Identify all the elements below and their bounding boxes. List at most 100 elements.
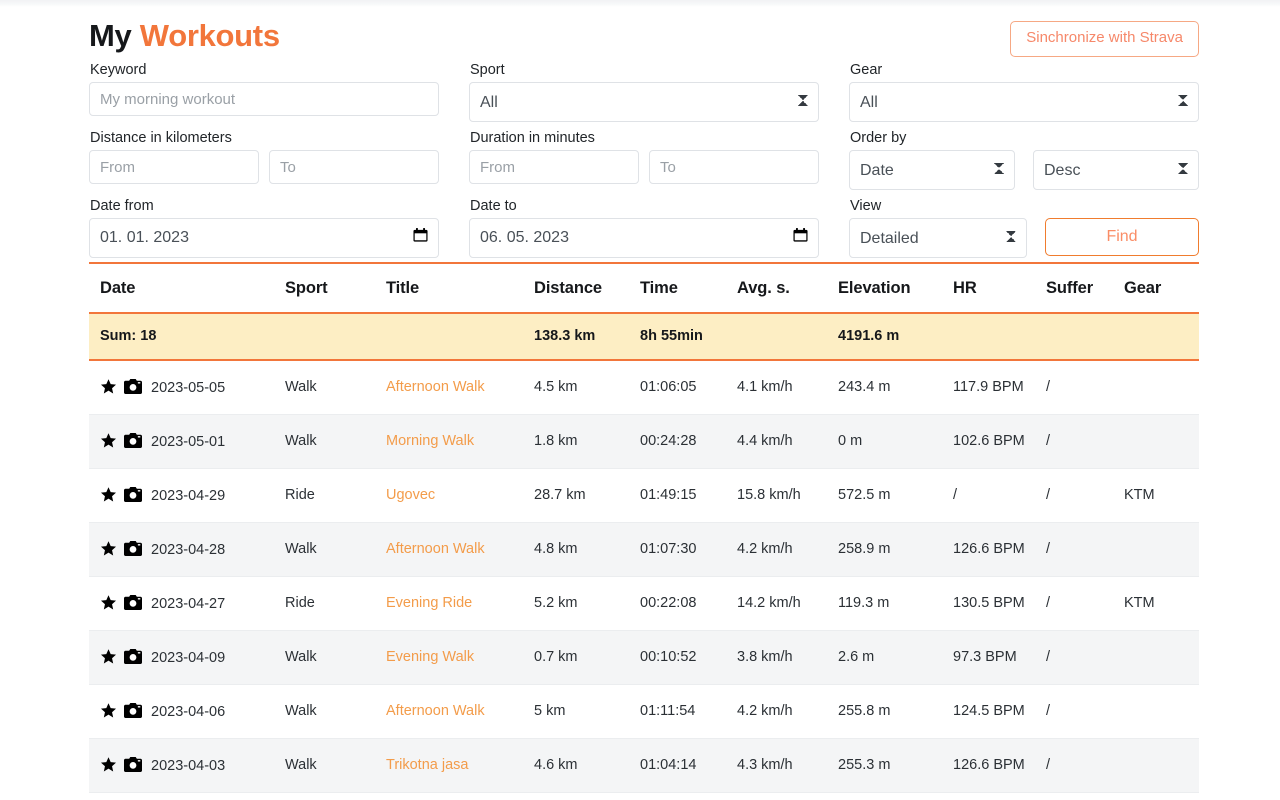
duration-from-input[interactable] [469, 150, 639, 184]
row-sport: Walk [285, 738, 386, 793]
row-gear [1124, 522, 1199, 577]
camera-icon[interactable] [124, 487, 142, 502]
row-elevation: 243.4 m [838, 360, 953, 415]
row-title-link[interactable]: Afternoon Walk [386, 703, 485, 719]
camera-icon[interactable] [124, 649, 142, 664]
row-elevation: 572.5 m [838, 468, 953, 523]
row-sport: Ride [285, 468, 386, 523]
camera-icon[interactable] [124, 379, 142, 394]
keyword-label: Keyword [90, 62, 147, 78]
row-date-cell: 2023-04-28 [89, 522, 285, 577]
star-icon[interactable] [100, 378, 117, 395]
row-avg-speed: 14.2 km/h [737, 576, 838, 631]
distance-to-input[interactable] [269, 150, 439, 184]
row-icons [100, 378, 142, 395]
row-icons [100, 432, 142, 449]
row-icons [100, 594, 142, 611]
star-icon[interactable] [100, 594, 117, 611]
column-header-gear: Gear [1124, 279, 1162, 297]
camera-icon[interactable] [124, 595, 142, 610]
row-date-cell: 2023-05-01 [89, 414, 285, 469]
column-header-avg-s: Avg. s. [737, 279, 790, 297]
row-time: 01:06:05 [640, 360, 737, 415]
column-header-title: Title [386, 279, 420, 297]
table-row: 2023-04-27 Ride Evening Ride 5.2 km 00:22:08… [89, 576, 1199, 631]
row-time: 01:49:15 [640, 468, 737, 523]
view-select[interactable]: Detailed [849, 218, 1027, 258]
row-date: 2023-04-27 [151, 596, 226, 612]
row-title-link[interactable]: Trikotna jasa [386, 757, 468, 773]
row-elevation: 0 m [838, 414, 953, 469]
star-icon[interactable] [100, 648, 117, 665]
column-header-time: Time [640, 279, 678, 297]
sport-select[interactable]: All [469, 82, 819, 122]
row-avg-speed: 4.3 km/h [737, 738, 838, 793]
synchronize-with-strava-button[interactable]: Sinchronize with Strava [1010, 21, 1199, 57]
order-by-label: Order by [850, 130, 907, 146]
row-suffer: / [1046, 414, 1124, 469]
row-distance: 4.6 km [534, 738, 640, 793]
row-avg-speed: 3.8 km/h [737, 630, 838, 685]
date-from-input[interactable] [89, 218, 439, 258]
star-icon[interactable] [100, 486, 117, 503]
row-suffer: / [1046, 738, 1124, 793]
filters-form: Keyword Distance in kilometers Date from [89, 62, 1199, 262]
column-header-date: Date [100, 279, 136, 297]
row-avg-speed: 4.4 km/h [737, 414, 838, 469]
find-button[interactable]: Find [1045, 218, 1199, 256]
row-title-link[interactable]: Morning Walk [386, 433, 474, 449]
column-header-suffer: Suffer [1046, 279, 1094, 297]
table-row: 2023-04-28 Walk Afternoon Walk 4.8 km 01:07:… [89, 522, 1199, 577]
row-icons [100, 702, 142, 719]
star-icon[interactable] [100, 756, 117, 773]
camera-icon[interactable] [124, 433, 142, 448]
date-to-input[interactable] [469, 218, 819, 258]
row-distance: 1.8 km [534, 414, 640, 469]
row-date-cell: 2023-04-09 [89, 630, 285, 685]
order-by-field-select[interactable]: Date [849, 150, 1015, 190]
row-hr: 117.9 BPM [953, 360, 1046, 415]
row-distance: 5 km [534, 684, 640, 739]
camera-icon[interactable] [124, 703, 142, 718]
row-date: 2023-04-03 [151, 758, 226, 774]
table-row: 2023-04-06 Walk Afternoon Walk 5 km 01:11:54… [89, 684, 1199, 739]
row-date: 2023-05-01 [151, 434, 226, 450]
distance-from-input[interactable] [89, 150, 259, 184]
star-icon[interactable] [100, 432, 117, 449]
row-date-cell: 2023-04-27 [89, 576, 285, 631]
row-time: 01:07:30 [640, 522, 737, 577]
duration-to-input[interactable] [649, 150, 819, 184]
row-title-link[interactable]: Evening Ride [386, 595, 472, 611]
row-sport: Walk [285, 414, 386, 469]
table-row: 2023-04-29 Ride Ugovec 28.7 km 01:49:15 15.8 … [89, 468, 1199, 523]
row-title-link[interactable]: Ugovec [386, 487, 435, 503]
summary-distance: 138.3 km [534, 312, 640, 361]
keyword-input[interactable] [89, 82, 439, 116]
camera-icon[interactable] [124, 757, 142, 772]
order-direction-select[interactable]: Desc [1033, 150, 1199, 190]
duration-label: Duration in minutes [470, 130, 595, 146]
gear-select[interactable]: All [849, 82, 1199, 122]
row-icons [100, 486, 142, 503]
row-title-link[interactable]: Afternoon Walk [386, 379, 485, 395]
page-header: My Workouts Sinchronize with Strava [89, 0, 1199, 62]
page-title-first: My [89, 18, 132, 53]
row-hr: 97.3 BPM [953, 630, 1046, 685]
row-title-link[interactable]: Evening Walk [386, 649, 474, 665]
table-row: 2023-05-05 Walk Afternoon Walk 4.5 km 01:06:… [89, 360, 1199, 415]
column-header-distance: Distance [534, 279, 602, 297]
row-date: 2023-04-28 [151, 542, 226, 558]
row-title-link[interactable]: Afternoon Walk [386, 541, 485, 557]
row-time: 00:10:52 [640, 630, 737, 685]
row-title: Evening Walk [386, 630, 534, 685]
star-icon[interactable] [100, 702, 117, 719]
star-icon[interactable] [100, 540, 117, 557]
table-body: 2023-05-05 Walk Afternoon Walk 4.5 km 01:06:… [89, 360, 1199, 793]
row-title: Afternoon Walk [386, 522, 534, 577]
row-hr: 130.5 BPM [953, 576, 1046, 631]
workouts-page: My Workouts Sinchronize with Strava Keyw… [0, 0, 1280, 800]
row-distance: 0.7 km [534, 630, 640, 685]
table-row: 2023-05-01 Walk Morning Walk 1.8 km 00:24:28… [89, 414, 1199, 469]
row-date: 2023-04-09 [151, 650, 226, 666]
camera-icon[interactable] [124, 541, 142, 556]
